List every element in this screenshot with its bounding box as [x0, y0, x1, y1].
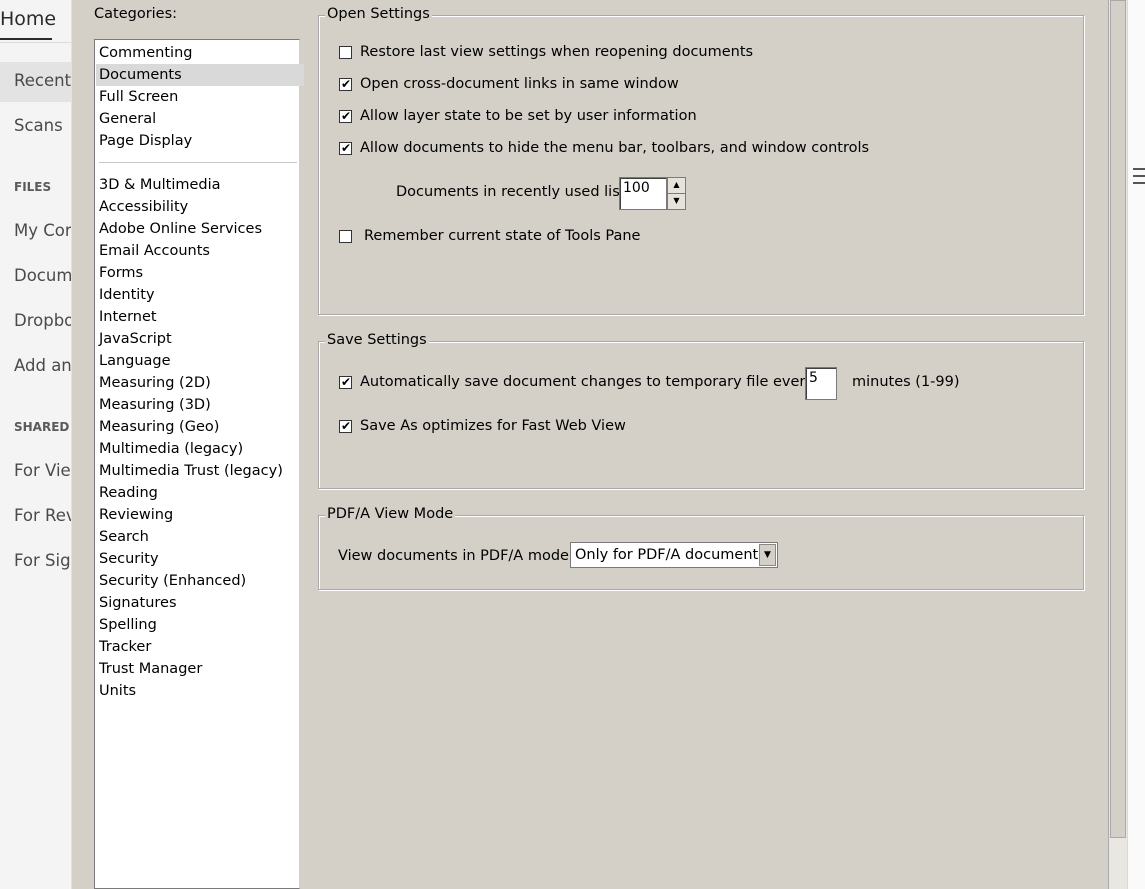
fast-web-label[interactable]: Save As optimizes for Fast Web View: [360, 418, 626, 434]
pdfa-title: PDF/A View Mode: [325, 506, 456, 522]
category-commenting[interactable]: Commenting: [99, 42, 299, 64]
check-icon: ✔: [341, 77, 352, 91]
arrow-up-icon: ▲: [673, 180, 680, 189]
sidebar-item-for-view[interactable]: For View: [14, 461, 71, 480]
sidebar-item-for-signature[interactable]: For Sign: [14, 551, 71, 570]
sidebar-item-dropbox[interactable]: Dropbo: [14, 311, 71, 330]
sidebar-item-for-review[interactable]: For Rev: [14, 506, 71, 525]
category-spelling[interactable]: Spelling: [99, 614, 299, 636]
hide-menu-label[interactable]: Allow documents to hide the menu bar, to…: [360, 140, 869, 156]
sidebar-item-add-account[interactable]: Add an: [14, 356, 71, 375]
autosave-minutes-input[interactable]: 5: [805, 367, 837, 400]
recent-list-input[interactable]: 100: [619, 177, 667, 210]
spin-down-button[interactable]: ▼: [667, 193, 686, 210]
open-settings-title: Open Settings: [325, 6, 432, 22]
home-tab[interactable]: Home: [0, 8, 56, 30]
layer-state-checkbox[interactable]: ✔: [339, 109, 352, 123]
category-units[interactable]: Units: [99, 680, 299, 702]
sidebar-divider: [0, 42, 71, 43]
category-accessibility[interactable]: Accessibility: [99, 196, 299, 218]
sidebar-item-scans[interactable]: Scans: [14, 116, 63, 135]
grip-icon[interactable]: [1133, 175, 1145, 177]
app-sidebar: Home Recent Scans FILES My Cor Docum Dro…: [0, 0, 72, 889]
category-forms[interactable]: Forms: [99, 262, 299, 284]
tools-pane-label[interactable]: Remember current state of Tools Pane: [364, 228, 640, 244]
cross-doc-checkbox[interactable]: ✔: [339, 77, 352, 91]
check-icon: ✔: [341, 419, 352, 433]
category-security[interactable]: Security: [99, 548, 299, 570]
category-page-display[interactable]: Page Display: [99, 130, 299, 152]
fast-web-checkbox[interactable]: ✔: [339, 419, 352, 433]
cross-doc-label[interactable]: Open cross-document links in same window: [360, 76, 679, 92]
restore-view-label[interactable]: Restore last view settings when reopenin…: [360, 44, 753, 60]
category-measuring-3d[interactable]: Measuring (3D): [99, 394, 299, 416]
categories-list[interactable]: Commenting Documents Full Screen General…: [94, 39, 304, 889]
category-trust-manager[interactable]: Trust Manager: [99, 658, 299, 680]
category-signatures[interactable]: Signatures: [99, 592, 299, 614]
right-edge-panel: [1127, 0, 1145, 889]
sidebar-section-shared: SHARED: [14, 420, 70, 434]
chevron-down-icon: ▼: [764, 550, 771, 560]
category-measuring-geo[interactable]: Measuring (Geo): [99, 416, 299, 438]
grip-icon[interactable]: [1133, 182, 1145, 184]
check-icon: ✔: [341, 141, 352, 155]
category-multimedia-trust-legacy[interactable]: Multimedia Trust (legacy): [99, 460, 299, 482]
category-language[interactable]: Language: [99, 350, 299, 372]
category-separator: [99, 162, 297, 163]
category-javascript[interactable]: JavaScript: [99, 328, 299, 350]
minutes-label: minutes (1-99): [852, 374, 960, 390]
dropdown-button[interactable]: ▼: [759, 544, 776, 566]
category-general[interactable]: General: [99, 108, 299, 130]
restore-view-checkbox[interactable]: [339, 46, 352, 59]
category-identity[interactable]: Identity: [99, 284, 299, 306]
save-settings-group: [318, 341, 1084, 489]
check-icon: ✔: [341, 109, 352, 123]
grip-icon[interactable]: [1133, 168, 1145, 170]
category-reviewing[interactable]: Reviewing: [99, 504, 299, 526]
category-full-screen[interactable]: Full Screen: [99, 86, 299, 108]
sidebar-item-my-computer[interactable]: My Cor: [14, 221, 71, 240]
tools-pane-checkbox[interactable]: [339, 230, 352, 243]
category-security-enhanced[interactable]: Security (Enhanced): [99, 570, 299, 592]
sidebar-section-files: FILES: [14, 180, 52, 194]
check-icon: ✔: [341, 375, 352, 389]
category-tracker[interactable]: Tracker: [99, 636, 299, 658]
category-reading[interactable]: Reading: [99, 482, 299, 504]
pdfa-mode-label: View documents in PDF/A mode:: [338, 548, 574, 564]
category-3d-multimedia[interactable]: 3D & Multimedia: [99, 174, 299, 196]
category-adobe-online-services[interactable]: Adobe Online Services: [99, 218, 299, 240]
sidebar-item-recent[interactable]: Recent: [14, 71, 71, 90]
category-internet[interactable]: Internet: [99, 306, 299, 328]
category-search[interactable]: Search: [99, 526, 299, 548]
hide-menu-checkbox[interactable]: ✔: [339, 141, 352, 155]
scrollbar-thumb[interactable]: [1110, 0, 1126, 838]
pdfa-mode-value: Only for PDF/A documents: [575, 547, 766, 563]
recent-list-label: Documents in recently used list:: [396, 184, 631, 200]
pdfa-mode-select[interactable]: Only for PDF/A documents ▼: [570, 542, 778, 568]
category-email-accounts[interactable]: Email Accounts: [99, 240, 299, 262]
home-tab-underline: [0, 38, 52, 40]
categories-label: Categories:: [94, 6, 178, 22]
category-multimedia-legacy[interactable]: Multimedia (legacy): [99, 438, 299, 460]
category-measuring-2d[interactable]: Measuring (2D): [99, 372, 299, 394]
category-documents[interactable]: Documents: [96, 64, 304, 86]
sidebar-item-documents[interactable]: Docum: [14, 266, 71, 285]
layer-state-label[interactable]: Allow layer state to be set by user info…: [360, 108, 697, 124]
spin-up-button[interactable]: ▲: [667, 177, 686, 194]
open-settings-group: [318, 15, 1084, 315]
autosave-label[interactable]: Automatically save document changes to t…: [360, 374, 818, 390]
arrow-down-icon: ▼: [673, 196, 680, 205]
save-settings-title: Save Settings: [325, 332, 429, 348]
vertical-scrollbar[interactable]: [1108, 0, 1127, 889]
autosave-checkbox[interactable]: ✔: [339, 375, 352, 389]
